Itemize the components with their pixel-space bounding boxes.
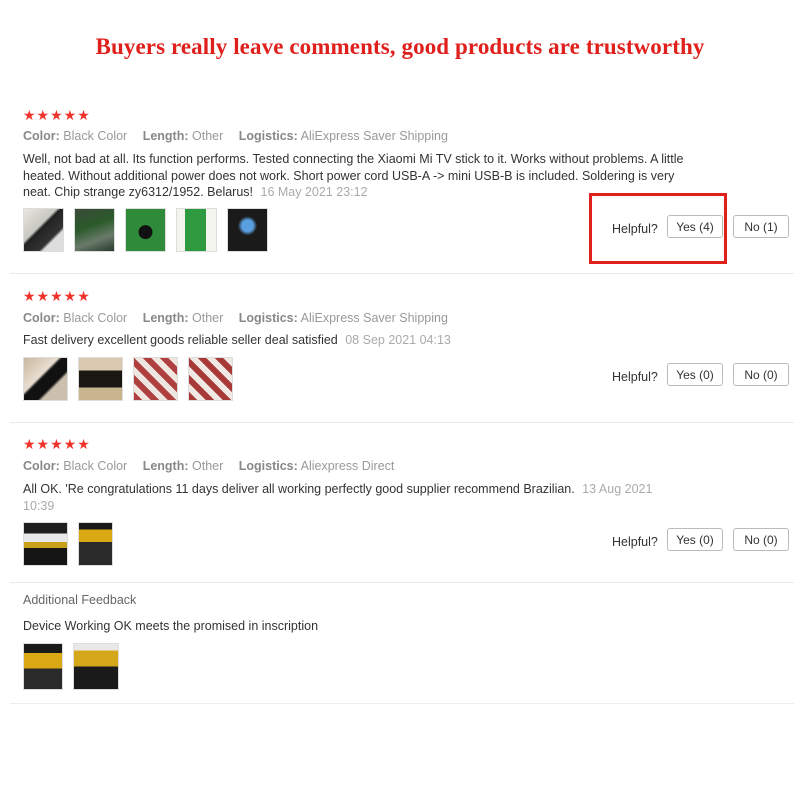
helpful-no-button[interactable]: No (0) (733, 528, 789, 551)
review-photo[interactable] (23, 522, 68, 566)
length-value: Other (192, 129, 224, 143)
review-body: All OK. 'Re congratulations 11 days deli… (23, 482, 575, 496)
logistics-value: Aliexpress Direct (300, 459, 395, 473)
helpful-no-button[interactable]: No (0) (733, 363, 789, 386)
length-label: Length: (142, 129, 189, 143)
rating-stars: ★★★★★ (23, 436, 91, 452)
review-text: All OK. 'Re congratulations 11 days deli… (23, 481, 683, 514)
review-photo[interactable] (125, 208, 166, 252)
review-photo[interactable] (74, 208, 115, 252)
color-value: Black Color (63, 311, 128, 325)
length-label: Length: (142, 459, 189, 473)
logistics-label: Logistics: (238, 459, 298, 473)
review-date: 08 Sep 2021 04:13 (345, 333, 451, 347)
review-photo[interactable] (23, 208, 64, 252)
color-value: Black Color (63, 459, 128, 473)
helpful-yes-button[interactable]: Yes (0) (667, 528, 723, 551)
review-photo[interactable] (176, 208, 217, 252)
review-photo[interactable] (133, 357, 178, 401)
review-2: ★★★★★ Color: Black Color Length: Other L… (10, 277, 794, 423)
helpful-yes-button[interactable]: Yes (0) (667, 363, 723, 386)
additional-feedback-text: Device Working OK meets the promised in … (23, 619, 319, 633)
helpful-label: Helpful? (612, 370, 658, 384)
review-photo[interactable] (23, 357, 68, 401)
length-value: Other (192, 459, 224, 473)
review-photo[interactable] (78, 357, 123, 401)
review-meta: Color: Black Color Length: Other Logisti… (23, 459, 394, 473)
color-label: Color: (23, 129, 60, 143)
length-label: Length: (142, 311, 189, 325)
review-photo[interactable] (23, 643, 63, 690)
color-value: Black Color (63, 129, 128, 143)
logistics-label: Logistics: (238, 311, 298, 325)
review-3: ★★★★★ Color: Black Color Length: Other L… (10, 426, 794, 583)
review-photo[interactable] (227, 208, 268, 252)
review-photos (23, 357, 233, 401)
logistics-label: Logistics: (238, 129, 298, 143)
length-value: Other (192, 311, 224, 325)
promo-banner: Buyers really leave comments, good produ… (95, 34, 705, 59)
review-photo[interactable] (188, 357, 233, 401)
helpful-label: Helpful? (612, 535, 658, 549)
helpful-highlight-box (589, 193, 727, 264)
additional-feedback-photos (23, 643, 119, 690)
rating-stars: ★★★★★ (23, 107, 91, 123)
review-meta: Color: Black Color Length: Other Logisti… (23, 311, 448, 325)
additional-feedback-title: Additional Feedback (23, 593, 137, 607)
review-date: 16 May 2021 23:12 (260, 185, 368, 199)
review-photo[interactable] (78, 522, 113, 566)
rating-stars: ★★★★★ (23, 288, 91, 304)
review-photos (23, 522, 113, 566)
review-list-divider (10, 703, 794, 704)
logistics-value: AliExpress Saver Shipping (300, 129, 448, 143)
review-photo[interactable] (73, 643, 119, 690)
helpful-no-button[interactable]: No (1) (733, 215, 789, 238)
logistics-value: AliExpress Saver Shipping (300, 311, 448, 325)
review-photos (23, 208, 268, 252)
review-text: Fast delivery excellent goods reliable s… (23, 332, 693, 349)
review-meta: Color: Black Color Length: Other Logisti… (23, 129, 448, 143)
color-label: Color: (23, 459, 60, 473)
color-label: Color: (23, 311, 60, 325)
review-body: Fast delivery excellent goods reliable s… (23, 333, 338, 347)
